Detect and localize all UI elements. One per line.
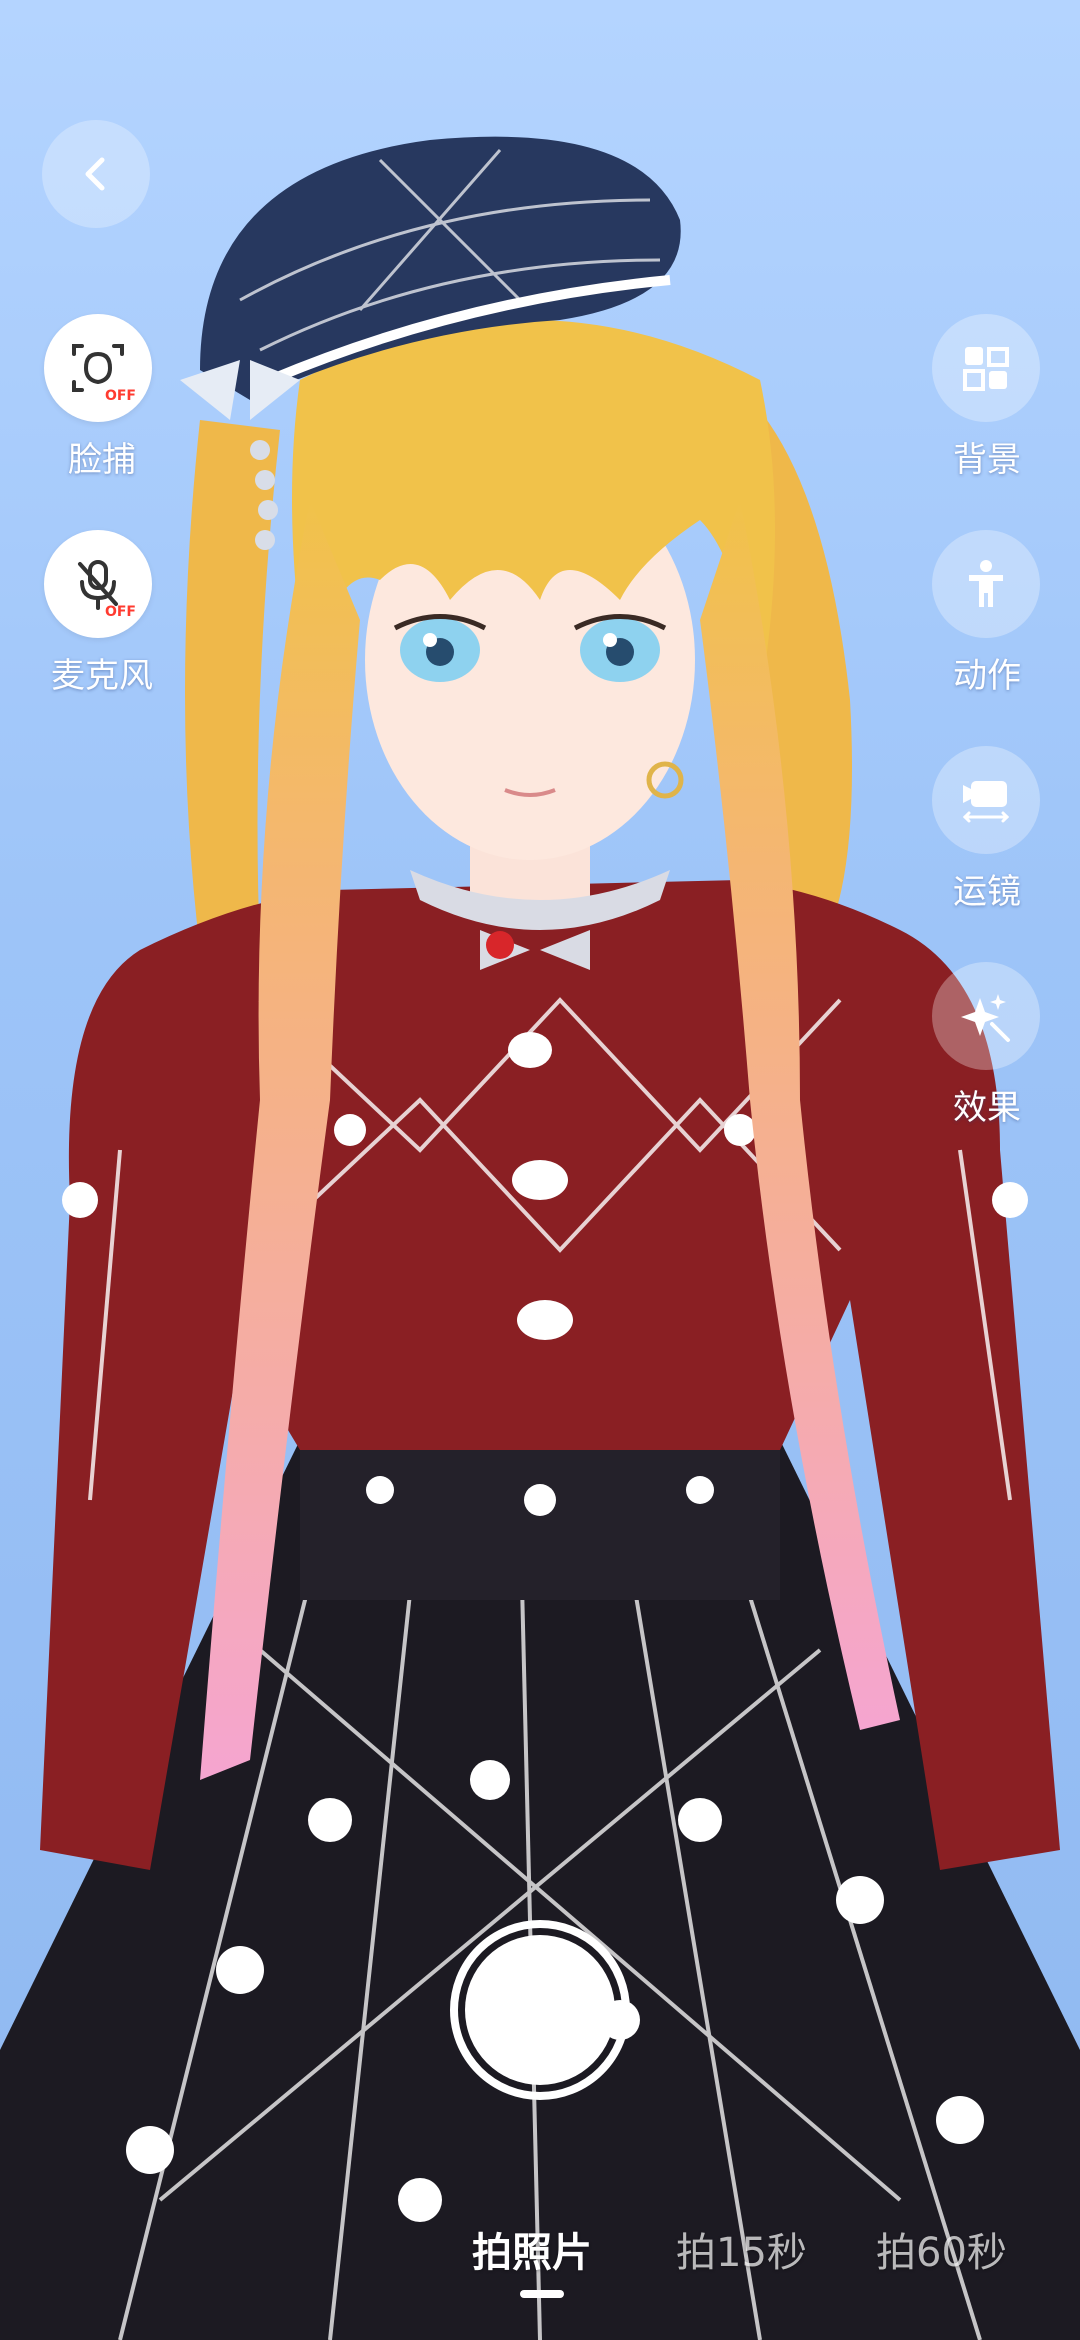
camera-movement-label: 运镜 <box>953 872 1021 912</box>
capture-mode-selector: 拍照片 拍15秒 拍60秒 <box>0 2220 1080 2300</box>
microphone-label: 麦克风 <box>51 656 153 696</box>
effects-label: 效果 <box>953 1088 1021 1128</box>
camera-movement-button[interactable] <box>932 746 1040 854</box>
mode-indicator <box>520 2290 564 2298</box>
face-capture-button[interactable]: OFF <box>44 314 152 422</box>
action-label: 动作 <box>953 656 1021 696</box>
back-button[interactable] <box>42 120 150 228</box>
background-label: 背景 <box>953 440 1021 480</box>
shutter-button[interactable] <box>450 1920 630 2100</box>
microphone-off-badge: OFF <box>104 604 136 620</box>
effects-button[interactable] <box>932 962 1040 1070</box>
mode-60s[interactable]: 拍60秒 <box>876 2220 1007 2278</box>
chevron-left-icon <box>85 157 105 191</box>
microphone-button[interactable]: OFF <box>44 530 152 638</box>
shutter-inner <box>465 1935 615 2085</box>
face-capture-label: 脸捕 <box>68 440 136 480</box>
effects-sparkle-icon <box>961 994 1010 1042</box>
background-button[interactable] <box>932 314 1040 422</box>
face-capture-off-badge: OFF <box>104 388 136 404</box>
mode-15s[interactable]: 拍15秒 <box>676 2220 807 2278</box>
background-icon <box>963 347 1009 391</box>
camera-movement-icon <box>962 781 1010 823</box>
action-button[interactable] <box>932 530 1040 638</box>
action-figure-icon <box>969 560 1003 607</box>
mode-photo[interactable]: 拍照片 <box>472 2220 592 2278</box>
